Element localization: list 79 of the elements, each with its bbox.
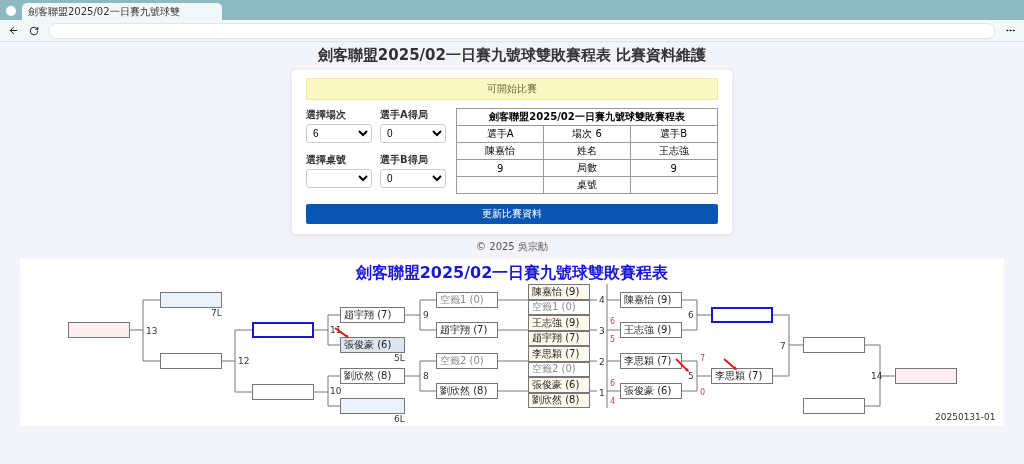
page-title: 劍客聯盟2025/02一日賽九號球雙敗賽程表 比賽資料維護 — [317, 46, 707, 65]
table-cell: 9 — [630, 159, 718, 177]
player-slot: 陳嘉怡 (9) — [528, 284, 590, 300]
field-label: 選手B得局 — [380, 153, 429, 167]
submit-button[interactable]: 更新比賽資料 — [306, 204, 718, 224]
drop-label: 7L — [211, 309, 222, 318]
player-slot: 李思穎 (7) — [711, 368, 773, 384]
field-label: 選擇場次 — [306, 108, 347, 122]
select-field[interactable]: 0 — [380, 169, 446, 188]
field-label: 選擇桌號 — [306, 153, 347, 167]
player-slot: 王志強 (9) — [620, 322, 682, 338]
empty-slot — [803, 398, 865, 414]
table-cell: 9 — [456, 159, 544, 177]
select-field[interactable] — [306, 169, 372, 188]
select-field[interactable]: 6 — [306, 124, 372, 143]
score-text: 6 — [610, 380, 616, 388]
table-cell: 選手B — [630, 125, 718, 143]
player-slot: 劉欣然 (8) — [340, 368, 405, 384]
address-field[interactable] — [49, 22, 995, 39]
field-label: 選手A得局 — [380, 108, 429, 122]
reload-icon[interactable] — [29, 25, 39, 36]
table-cell: 場次 6 — [543, 125, 631, 143]
bracket-title: 劍客聯盟2025/02一日賽九號球雙敗賽程表 — [354, 262, 670, 284]
score-text: 4 — [610, 398, 616, 406]
match-number: 14 — [871, 371, 883, 381]
match-number: 6 — [688, 311, 694, 320]
player-slot: 空籤2 (0) — [436, 353, 498, 369]
empty-slot — [340, 398, 405, 414]
score-text: 6 — [610, 318, 616, 326]
match-number: 7 — [780, 341, 786, 351]
player-slot: 劉欣然 (8) — [436, 383, 498, 399]
empty-slot — [711, 307, 773, 323]
player-slot: 李思穎 (7) — [528, 346, 590, 362]
match-number: 1 — [599, 388, 605, 398]
empty-slot — [252, 384, 314, 400]
score-text: 0 — [700, 389, 706, 397]
back-icon[interactable] — [8, 25, 19, 36]
player-slot: 王志強 (9) — [528, 315, 590, 331]
table-cell: 選手A — [456, 125, 544, 143]
bracket-code: 20250131-01 — [935, 413, 996, 422]
table-cell: 王志強 — [630, 142, 718, 160]
player-slot: 張俊豪 (6) — [620, 383, 682, 399]
empty-slot — [160, 353, 222, 369]
score-text: 7 — [700, 355, 706, 363]
player-slot: 張俊豪 (6) — [340, 337, 405, 353]
empty-slot — [895, 368, 957, 384]
table-cell: 陳嘉怡 — [456, 142, 544, 160]
match-number: 5 — [688, 372, 694, 381]
table-cell: 桌號 — [543, 176, 631, 194]
match-number: 8 — [423, 372, 429, 381]
empty-slot — [252, 322, 314, 338]
match-number: 13 — [146, 326, 158, 336]
table-cell: 姓名 — [543, 142, 631, 160]
player-slot: 張俊豪 (6) — [528, 377, 590, 393]
match-number: 12 — [238, 357, 250, 366]
player-slot: 李思穎 (7) — [620, 353, 682, 369]
match-number: 3 — [599, 326, 605, 336]
match-number: 10 — [330, 387, 342, 396]
table-cell: 局數 — [543, 159, 631, 177]
player-slot: 趙宇翔 (7) — [436, 322, 498, 338]
empty-slot — [160, 292, 222, 308]
arrow-icon — [675, 358, 689, 372]
match-number: 2 — [599, 357, 605, 367]
drop-label: 6L — [394, 415, 405, 424]
status-notice: 可開始比賽 — [306, 78, 718, 100]
copyright-text: © 2025 吳宗勳 — [476, 240, 548, 254]
table-title: 劍客聯盟2025/02一日賽九號球雙敗賽程表 — [456, 108, 718, 126]
player-slot: 陳嘉怡 (9) — [620, 292, 682, 308]
match-number: 9 — [423, 311, 429, 320]
arrow-icon — [723, 358, 737, 370]
empty-slot — [803, 337, 865, 353]
empty-slot — [68, 322, 130, 338]
drop-label: 5L — [394, 354, 405, 363]
select-field[interactable]: 0 — [380, 124, 446, 143]
player-slot: 趙宇翔 (7) — [340, 307, 405, 323]
score-text: 5 — [610, 336, 616, 344]
player-slot: 空籤1 (0) — [436, 292, 498, 308]
browser-tab[interactable]: 劍客聯盟2025/02一日賽九號球雙 — [22, 3, 222, 20]
match-number: 4 — [599, 295, 605, 305]
